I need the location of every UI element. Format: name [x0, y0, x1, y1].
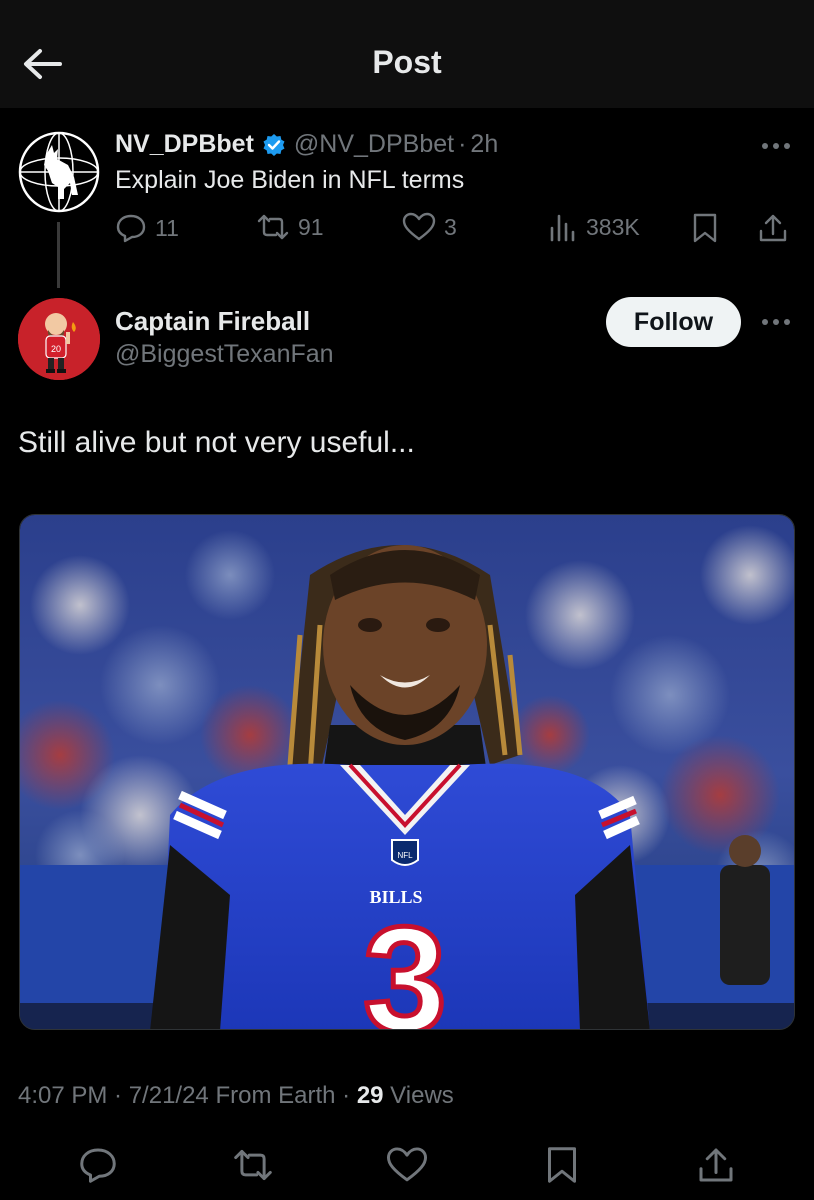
repost-count: 91	[298, 213, 324, 240]
author-handle[interactable]: @NV_DPBbet	[294, 130, 454, 159]
share-icon	[759, 214, 787, 242]
top-bar: Post	[0, 0, 814, 108]
post-image[interactable]: NFL BILLS 3	[19, 514, 795, 1030]
repost-icon	[234, 1149, 272, 1181]
bookmark-button[interactable]	[538, 1141, 586, 1189]
avatar[interactable]	[18, 131, 100, 213]
avatar[interactable]: 20	[18, 298, 100, 380]
author-handle[interactable]: @BiggestTexanFan	[115, 340, 334, 369]
reply-button[interactable]	[74, 1141, 122, 1189]
separator: ·	[458, 130, 467, 158]
post-timestamp[interactable]: 4:07 PM · 7/21/24 From Earth ·	[18, 1082, 357, 1109]
share-icon	[699, 1148, 733, 1182]
views-count: 383K	[586, 213, 640, 240]
post-actions: 11 91 3 383K	[0, 212, 814, 252]
svg-text:20: 20	[51, 344, 61, 354]
verified-badge-icon	[262, 133, 286, 157]
like-icon	[386, 1147, 428, 1182]
player-photo: NFL BILLS 3	[20, 515, 794, 1030]
author-name[interactable]: Captain Fireball	[115, 306, 310, 337]
follow-button[interactable]: Follow	[606, 297, 741, 347]
bookmark-icon	[548, 1147, 576, 1183]
post-text: Still alive but not very useful...	[18, 426, 415, 459]
reply-icon	[116, 214, 146, 243]
bookmark-button[interactable]	[690, 212, 720, 244]
jersey-number-text: 3	[363, 895, 446, 1030]
share-button[interactable]	[692, 1141, 740, 1189]
views-button[interactable]: 383K	[548, 212, 640, 242]
share-button[interactable]	[757, 212, 789, 244]
views-count: 29	[356, 1082, 384, 1109]
goat-logo-icon	[18, 131, 100, 213]
post-header: NV_DPBbet @NV_DPBbet · 2h	[115, 130, 498, 159]
more-icon	[762, 319, 790, 325]
like-button[interactable]: 3	[402, 212, 457, 242]
cartoon-avatar-icon: 20	[18, 298, 100, 380]
post-meta: 4:07 PM · 7/21/24 From Earth · 29 Views	[18, 1082, 454, 1110]
bottom-action-bar	[0, 1135, 814, 1195]
repost-button[interactable]: 91	[256, 212, 324, 242]
bookmark-icon	[693, 213, 717, 243]
reply-button[interactable]: 11	[115, 212, 179, 244]
views-icon	[550, 214, 575, 242]
like-icon	[402, 212, 436, 241]
views-label: Views	[383, 1082, 454, 1109]
repost-button[interactable]	[229, 1141, 277, 1189]
like-count: 3	[444, 213, 457, 240]
reply-count: 11	[155, 214, 179, 241]
more-options-button[interactable]	[756, 136, 796, 156]
reply-icon	[80, 1148, 116, 1183]
like-button[interactable]	[383, 1141, 431, 1189]
more-icon	[762, 143, 790, 149]
author-name[interactable]: NV_DPBbet	[115, 130, 254, 159]
repost-icon	[257, 214, 289, 240]
page-title: Post	[372, 44, 442, 80]
more-options-button[interactable]	[756, 312, 796, 332]
post-text: Explain Joe Biden in NFL terms	[115, 166, 465, 194]
post-time[interactable]: 2h	[470, 130, 498, 159]
nfl-badge: NFL	[397, 851, 413, 860]
